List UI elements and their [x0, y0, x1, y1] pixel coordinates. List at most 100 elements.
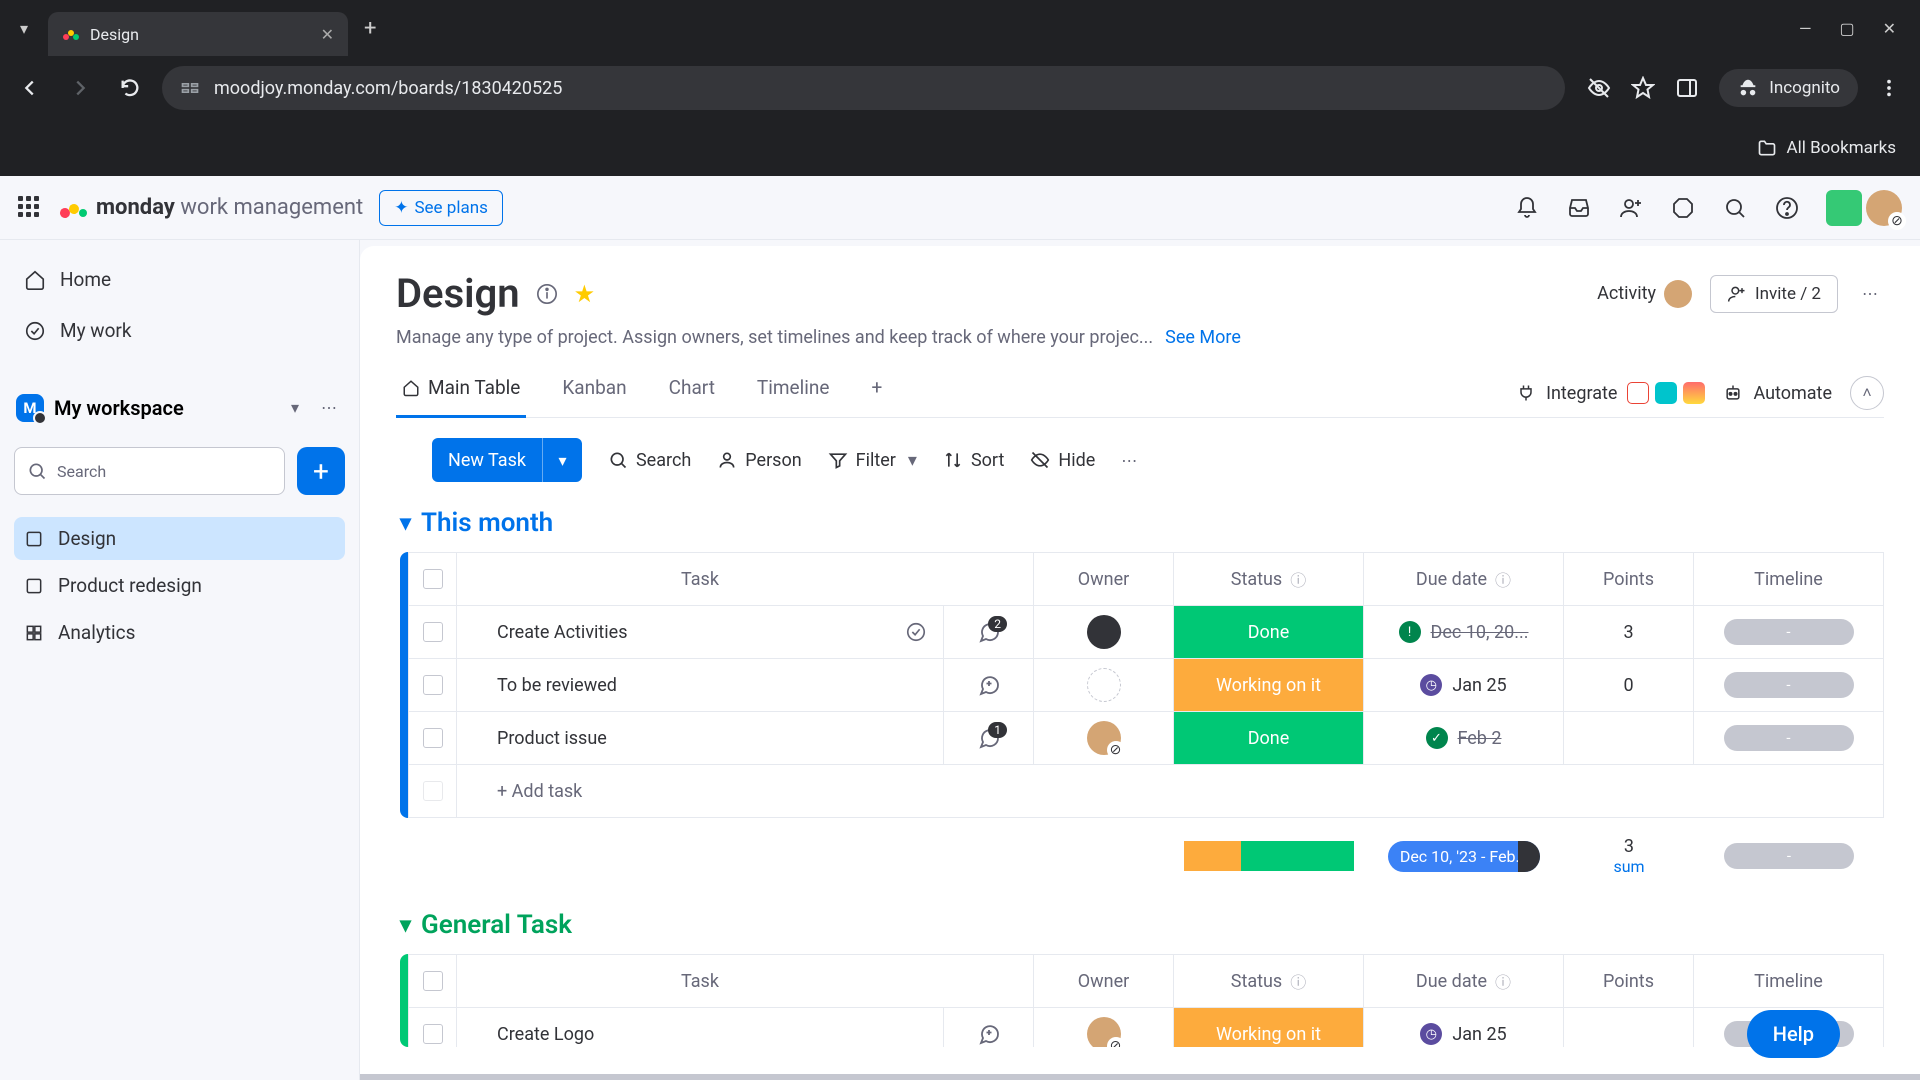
info-icon[interactable]: ⓘ	[1495, 567, 1511, 591]
chevron-down-icon[interactable]: ▾	[542, 438, 582, 482]
sidebar-my-work[interactable]: My work	[14, 309, 345, 352]
owner-cell[interactable]	[1033, 712, 1173, 764]
add-task-row[interactable]: + Add task	[408, 764, 1884, 818]
star-icon[interactable]	[1631, 76, 1655, 100]
invite-icon[interactable]	[1618, 195, 1644, 221]
status-cell[interactable]: Done	[1173, 606, 1363, 658]
task-name[interactable]: Create Logo	[456, 1008, 943, 1047]
row-checkbox[interactable]	[423, 781, 443, 801]
see-more-link[interactable]: See More	[1165, 327, 1241, 348]
activity-button[interactable]: Activity	[1597, 280, 1692, 308]
monday-logo[interactable]: monday work management	[58, 193, 363, 223]
incognito-chip[interactable]: Incognito	[1719, 69, 1858, 107]
tab-dropdown[interactable]: ▾	[8, 12, 40, 44]
toolbar-more-icon[interactable]: ⋯	[1121, 451, 1137, 470]
info-icon[interactable]: ⓘ	[1495, 969, 1511, 993]
sidebar-search-input[interactable]: Search	[14, 447, 285, 495]
hide-tool[interactable]: Hide	[1030, 450, 1095, 471]
row-checkbox[interactable]	[423, 675, 443, 695]
invite-button[interactable]: Invite / 2	[1710, 275, 1838, 313]
col-points[interactable]: Points	[1563, 553, 1693, 605]
account-avatars[interactable]	[1826, 190, 1902, 226]
kebab-icon[interactable]	[1878, 77, 1900, 99]
address-bar[interactable]: moodjoy.monday.com/boards/1830420525	[162, 66, 1565, 110]
help-button[interactable]: Help	[1747, 1010, 1840, 1058]
person-tool[interactable]: Person	[717, 450, 801, 471]
apps-icon[interactable]	[1670, 195, 1696, 221]
owner-cell[interactable]	[1033, 659, 1173, 711]
forward-button[interactable]	[62, 70, 98, 106]
task-name[interactable]: Create Activities	[456, 606, 943, 658]
sidebar-home[interactable]: Home	[14, 258, 345, 301]
col-task[interactable]: Task	[456, 553, 943, 605]
new-tab-button[interactable]: +	[364, 16, 376, 41]
workspace-selector[interactable]: M My workspace ▾ ⋯	[14, 386, 345, 429]
maximize-icon[interactable]: ▢	[1839, 19, 1854, 38]
table-row[interactable]: To be reviewed Working on it ◷Jan 25 0 -	[408, 658, 1884, 711]
due-cell[interactable]: ◷Jan 25	[1363, 1008, 1563, 1047]
conversation-button[interactable]: 1	[943, 712, 1033, 764]
group-header-this-month[interactable]: ▾ This month	[400, 508, 1884, 538]
select-all-checkbox[interactable]	[423, 971, 443, 991]
status-cell[interactable]: Working on it	[1173, 659, 1363, 711]
notifications-icon[interactable]	[1514, 195, 1540, 221]
status-cell[interactable]: Working on it	[1173, 1008, 1363, 1047]
add-button[interactable]: +	[297, 447, 345, 495]
col-due[interactable]: Due dateⓘ	[1363, 955, 1563, 1007]
new-task-button[interactable]: New Task ▾	[432, 438, 582, 482]
chevron-down-icon[interactable]: ▾	[285, 392, 305, 423]
back-button[interactable]	[12, 70, 48, 106]
site-settings-icon[interactable]	[180, 78, 200, 98]
search-tool[interactable]: Search	[608, 450, 691, 471]
col-status[interactable]: Statusⓘ	[1173, 553, 1363, 605]
workspace-more-icon[interactable]: ⋯	[315, 392, 343, 423]
help-icon[interactable]	[1774, 195, 1800, 221]
chevron-down-icon[interactable]: ▾	[400, 913, 411, 938]
status-cell[interactable]: Done	[1173, 712, 1363, 764]
see-plans-button[interactable]: ✦ See plans	[379, 190, 503, 226]
select-all-checkbox[interactable]	[423, 569, 443, 589]
close-tab-icon[interactable]: ✕	[321, 25, 334, 44]
points-cell[interactable]: 0	[1563, 659, 1693, 711]
points-cell[interactable]	[1563, 1008, 1693, 1047]
due-cell[interactable]: ◷Jan 25	[1363, 659, 1563, 711]
col-owner[interactable]: Owner	[1033, 955, 1173, 1007]
star-icon[interactable]: ★	[574, 280, 596, 308]
timeline-cell[interactable]: -	[1693, 606, 1883, 658]
eye-off-icon[interactable]	[1587, 76, 1611, 100]
due-cell[interactable]: !Dec 10, 20...	[1363, 606, 1563, 658]
row-checkbox[interactable]	[423, 1024, 443, 1044]
info-icon[interactable]: ⓘ	[1290, 969, 1306, 993]
collapse-header-button[interactable]: ˄	[1850, 376, 1884, 410]
sidebar-board-design[interactable]: Design	[14, 517, 345, 560]
board-more-icon[interactable]: ⋯	[1856, 278, 1884, 309]
due-cell[interactable]: ✓Feb 2	[1363, 712, 1563, 764]
row-checkbox[interactable]	[423, 728, 443, 748]
sidebar-board-analytics[interactable]: Analytics	[14, 611, 345, 654]
tab-main-table[interactable]: Main Table	[396, 368, 526, 418]
automate-button[interactable]: Automate	[1723, 383, 1832, 404]
sidebar-board-product-redesign[interactable]: Product redesign	[14, 564, 345, 607]
panel-icon[interactable]	[1675, 76, 1699, 100]
table-row[interactable]: Create Logo Working on it ◷Jan 25 -	[408, 1007, 1884, 1047]
tab-chart[interactable]: Chart	[663, 368, 721, 418]
col-due[interactable]: Due dateⓘ	[1363, 553, 1563, 605]
owner-cell[interactable]	[1033, 606, 1173, 658]
reload-button[interactable]	[112, 70, 148, 106]
chevron-down-icon[interactable]: ▾	[400, 511, 411, 536]
chevron-down-icon[interactable]: ▾	[908, 450, 917, 471]
col-timeline[interactable]: Timeline	[1693, 553, 1883, 605]
col-points[interactable]: Points	[1563, 955, 1693, 1007]
add-tab-button[interactable]: +	[865, 368, 888, 418]
inbox-icon[interactable]	[1566, 195, 1592, 221]
expand-icon[interactable]	[905, 621, 927, 643]
close-window-icon[interactable]: ✕	[1883, 19, 1896, 38]
info-icon[interactable]	[536, 283, 558, 305]
integrate-button[interactable]: Integrate	[1516, 382, 1705, 404]
search-icon[interactable]	[1722, 195, 1748, 221]
conversation-button[interactable]	[943, 659, 1033, 711]
info-icon[interactable]: ⓘ	[1290, 567, 1306, 591]
tab-kanban[interactable]: Kanban	[556, 368, 632, 418]
col-timeline[interactable]: Timeline	[1693, 955, 1883, 1007]
status-summary[interactable]	[1174, 828, 1364, 884]
